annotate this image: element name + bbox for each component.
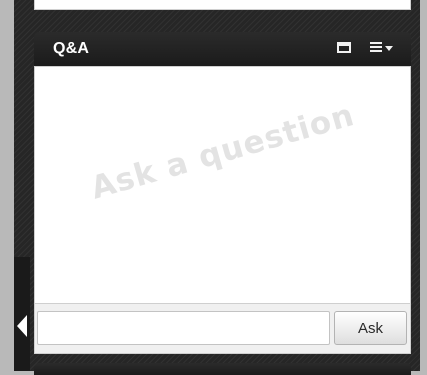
qa-panel-header: Q&A [34, 32, 411, 66]
qa-input-row: Ask [34, 304, 411, 354]
menu-list-icon [370, 42, 382, 54]
collapse-left-arrow-icon [17, 315, 27, 337]
qa-questions-area: Ask a question [34, 66, 411, 304]
next-panel-header [34, 363, 411, 375]
ask-question-watermark: Ask a question [87, 96, 359, 207]
question-input[interactable] [37, 311, 330, 345]
options-menu-button[interactable] [369, 40, 395, 56]
dropdown-caret-icon [385, 46, 393, 51]
popout-window-icon[interactable] [337, 42, 351, 53]
qa-panel-title: Q&A [53, 40, 90, 57]
previous-panel-bottom [34, 0, 411, 10]
sidebar-collapse-tab[interactable] [14, 257, 30, 371]
ask-button[interactable]: Ask [334, 311, 407, 345]
